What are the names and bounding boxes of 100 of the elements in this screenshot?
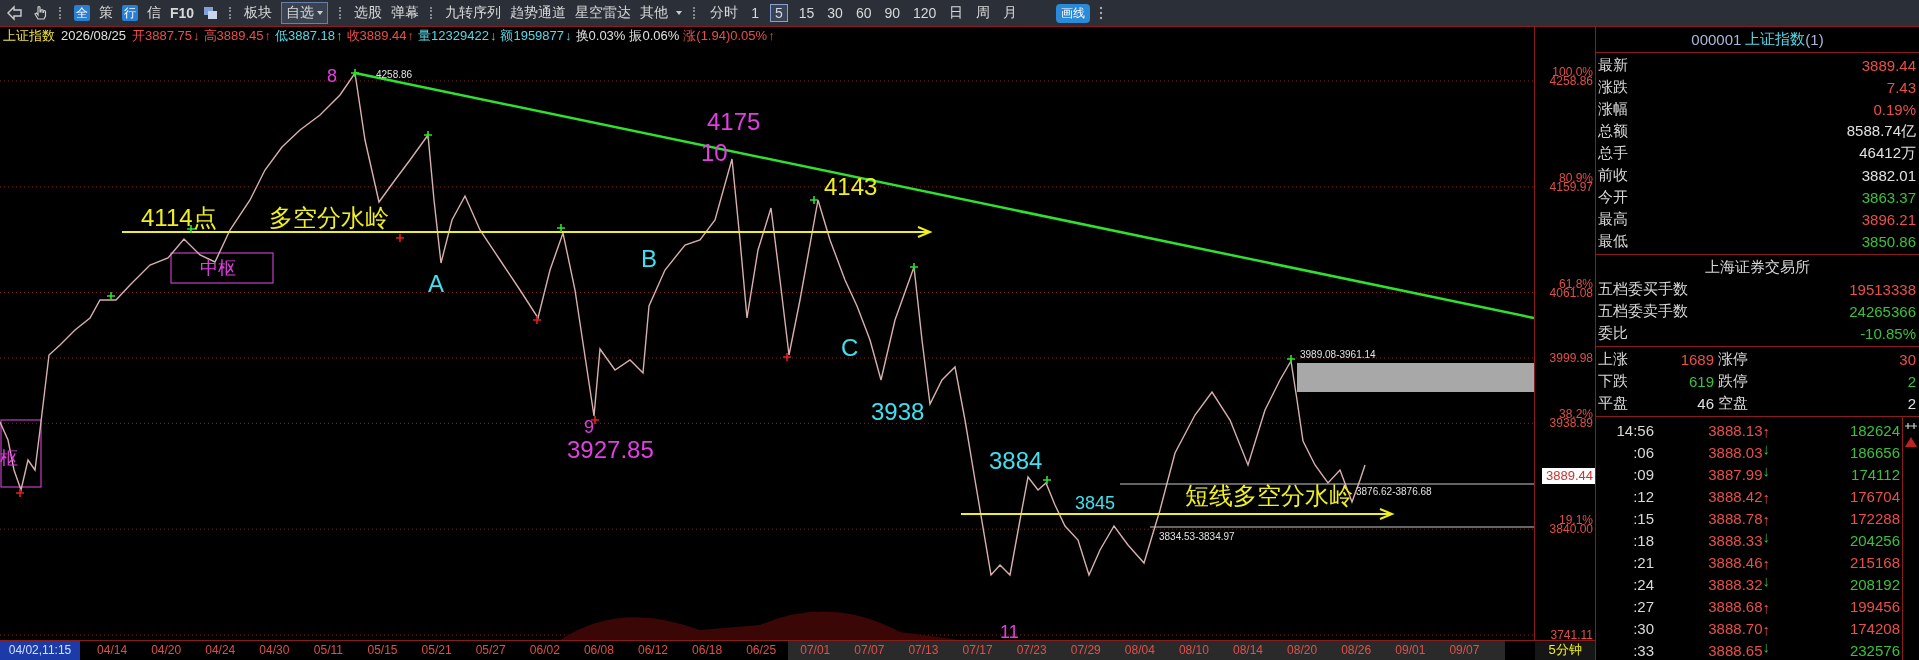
toolbar-button[interactable]: 行 [122, 5, 138, 21]
toolbar-menu[interactable]: 星空雷达 [575, 4, 632, 22]
quote-label: 总额 [1598, 121, 1628, 141]
quote-label: 前收 [1598, 165, 1628, 185]
period-tab[interactable]: 15 [796, 5, 817, 21]
stock-suffix: (1) [1805, 31, 1824, 48]
hand-pointer-icon[interactable] [32, 5, 48, 21]
period-tab[interactable]: 日 [947, 4, 966, 22]
chart-annotation: 4258.86 [376, 70, 413, 80]
period-tab[interactable]: 分时 [708, 4, 741, 22]
chart-annotation: 11 [1000, 623, 1019, 640]
more-icon[interactable] [1099, 6, 1104, 20]
quote-item: 换0.03% [575, 27, 626, 45]
chart-annotation: 4175 [707, 110, 761, 134]
toolbar-button[interactable]: 信 [147, 4, 161, 22]
tick-time: :33 [1632, 641, 1655, 659]
breadth-label: 涨停 [1718, 349, 1749, 369]
chart-annotation: 3876.62-3876.68 [1356, 487, 1432, 497]
period-tab[interactable]: 1 [749, 5, 761, 21]
period-tab[interactable]: 60 [853, 5, 874, 21]
toolbar-button[interactable]: 策 [99, 4, 113, 22]
pin-icon[interactable] [1905, 421, 1917, 431]
chart-annotation: C [841, 336, 859, 360]
trend-arrow: ↑ [1762, 620, 1770, 638]
tick-time: :24 [1632, 575, 1655, 593]
trend-arrow: ↓ [1762, 527, 1770, 545]
period-label: 5分钟 [1535, 641, 1595, 660]
date-label: 09/01 [1383, 641, 1438, 660]
quote-label: 最新 [1598, 55, 1628, 75]
date-label: 05/27 [474, 642, 507, 659]
quote-label: 最低 [1598, 231, 1628, 251]
toolbar-button[interactable]: 全 [74, 5, 90, 21]
trend-arrow: ↓ [1762, 571, 1770, 589]
tick-time: :30 [1632, 619, 1655, 637]
date-label: 07/01 [788, 641, 843, 660]
tick-time: :15 [1632, 509, 1655, 527]
tick-price: 3888.68 [1708, 597, 1763, 615]
date-label: 05/21 [420, 642, 453, 659]
period-tab[interactable]: 5 [769, 4, 788, 22]
toolbar-menu[interactable]: 板块 [244, 4, 273, 22]
tick-time: :21 [1632, 553, 1655, 571]
date-label: 07/07 [842, 641, 897, 660]
period-tab[interactable]: 月 [1001, 4, 1020, 22]
tick-volume: 182624 [1848, 421, 1900, 439]
chart-annotation: 中枢 [200, 259, 236, 277]
toolbar-menu[interactable]: 弹幕 [391, 4, 420, 22]
quote-value: 3850.86 [1861, 232, 1916, 250]
caret-icon[interactable] [317, 11, 324, 15]
chart-annotation: 多空分水岭 [269, 206, 389, 230]
breadth-label: 上涨 [1598, 349, 1629, 369]
quote-label: 总手 [1598, 143, 1628, 163]
date-label: 08/20 [1275, 641, 1330, 660]
breadth-count: 1689 [1679, 350, 1715, 368]
quote-date: 2026/08/25 [61, 27, 127, 45]
tick-price: 3888.33 [1708, 531, 1763, 549]
triangle-icon[interactable] [1905, 437, 1917, 447]
trend-arrow: ↓ [1762, 439, 1770, 457]
tick-price: 3888.65 [1708, 641, 1763, 659]
toolbar-button[interactable]: F10 [170, 5, 195, 21]
chart-annotation: 3938 [871, 400, 925, 424]
caret-icon[interactable] [676, 11, 683, 15]
exchange-title: 上海证券交易所 [1704, 257, 1811, 277]
toolbar-menu[interactable]: 其他 [640, 4, 683, 22]
tick-volume: 176704 [1848, 487, 1900, 505]
trend-arrow: ↑ [1762, 510, 1770, 528]
chart-annotation: 4114点 [141, 206, 217, 230]
window-icon[interactable] [203, 6, 219, 20]
period-tab[interactable]: 90 [882, 5, 903, 21]
period-tab[interactable]: 120 [911, 5, 939, 21]
order-label: 委比 [1598, 323, 1628, 343]
period-tab[interactable]: 周 [974, 4, 993, 22]
axis-price: 3741.11 [1550, 629, 1593, 642]
toolbar-menu[interactable]: 九转序列 [445, 4, 502, 22]
quote-value: 3896.21 [1861, 210, 1916, 228]
date-label: 09/07 [1437, 641, 1492, 660]
chart-annotation: 3884 [989, 449, 1043, 473]
axis-price: 3999.98 [1549, 352, 1593, 365]
axis-shading [1491, 641, 1506, 660]
date-label: 07/23 [1004, 641, 1059, 660]
tick-price: 3888.78 [1708, 509, 1763, 527]
tick-price: 3888.46 [1708, 553, 1763, 571]
date-label: 07/29 [1058, 641, 1113, 660]
tick-time: :09 [1632, 465, 1655, 483]
trend-arrow: ↑ [1762, 598, 1770, 616]
order-value: -10.85% [1860, 324, 1916, 342]
dropdown[interactable]: 自选 [281, 2, 329, 24]
chart-annotation: 3845 [1075, 494, 1116, 512]
back-icon[interactable] [6, 5, 23, 21]
trend-arrow: ↓ [1762, 637, 1770, 655]
breadth-count: 46 [1696, 394, 1715, 412]
date-label: 04/14 [96, 642, 129, 659]
date-label: 04/20 [150, 642, 183, 659]
order-label: 五档委买手数 [1598, 279, 1688, 299]
period-tab[interactable]: 30 [825, 5, 845, 21]
tick-volume: 172288 [1848, 509, 1900, 527]
draw-line-button[interactable]: 画线 [1056, 3, 1091, 23]
toolbar-menu[interactable]: 选股 [354, 4, 383, 22]
toolbar-menu[interactable]: 趋势通道 [510, 4, 567, 22]
quote-item: 涨(1.94)0.05%↑ [683, 27, 775, 45]
trend-arrow: ↑ [336, 27, 343, 45]
